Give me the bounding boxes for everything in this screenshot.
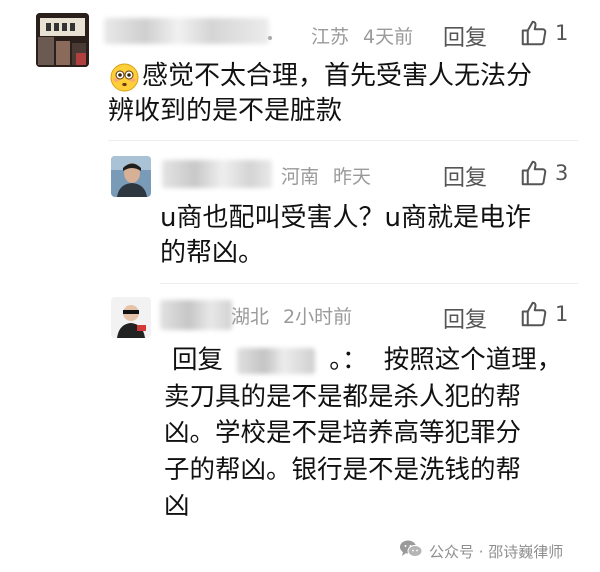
reply-button[interactable]: 回复 [443,20,487,52]
watermark-text: 公众号 · 邵诗巍律师 [429,542,564,561]
comment-text-line: 凶 [164,491,190,521]
comment-text-line: 子的帮凶。银行是不是洗钱的帮 [164,454,522,485]
comment-text-line: 卖刀具的是不是都是杀人犯的帮 [164,381,522,412]
thumbs-up-icon [519,299,549,329]
like-button[interactable]: 1 [519,299,568,329]
like-count: 3 [555,161,569,185]
reply-button[interactable]: 回复 [443,302,487,334]
username-redacted [162,160,272,188]
username-redacted [104,18,269,44]
divider [108,140,578,141]
comment-text: u商也配叫受害人？u商就是电诈 的帮凶。 [160,201,580,271]
comment-location: 湖北 [231,306,270,328]
comment-time: 昨天 [333,166,372,188]
like-count: 1 [555,21,569,45]
comment-text-line: 感觉不太合理，首先受害人无法分 [142,61,533,91]
comment-text: 感觉不太合理，首先受害人无法分 辨收到的是不是脏款 [108,59,578,129]
comment-text-line: u商也配叫受害人？u商就是电诈 [160,203,531,233]
comment-location: 河南 [281,166,320,188]
comment-text-line: 的帮凶。 [160,238,265,268]
comment-text-line: 凶。学校是不是培养高等犯罪分 [164,418,522,448]
comment-time: 2小时前 [283,306,353,328]
avatar[interactable] [111,297,151,338]
reply-target-redacted [237,348,316,374]
reply-button[interactable]: 回复 [443,160,487,192]
watermark: 公众号 · 邵诗巍律师 [399,539,563,563]
like-button[interactable]: 3 [519,158,568,188]
username-dot [268,36,272,40]
comment-text: 回复 。： 按照这个道理， 卖刀具的是不是都是杀人犯的帮 凶。学校是不是培养高等… [164,342,584,525]
like-count: 1 [555,302,569,326]
comment-time: 4天前 [363,26,414,48]
divider [160,283,578,284]
avatar[interactable] [111,156,151,197]
thumbs-up-icon [519,158,549,188]
comment-text-line: 辨收到的是不是脏款 [108,96,343,126]
like-button[interactable]: 1 [519,18,568,48]
reply-to-line: 回复 。： 按照这个道理， [164,342,584,379]
wechat-icon [399,539,423,563]
username-redacted [160,300,232,330]
avatar[interactable] [36,13,89,67]
thumbs-up-icon [519,18,549,48]
comment-location: 江苏 [311,26,350,48]
reply-to-suffix: 。： 按照这个道理， [329,345,563,375]
reply-to-prefix: 回复 [172,345,224,375]
